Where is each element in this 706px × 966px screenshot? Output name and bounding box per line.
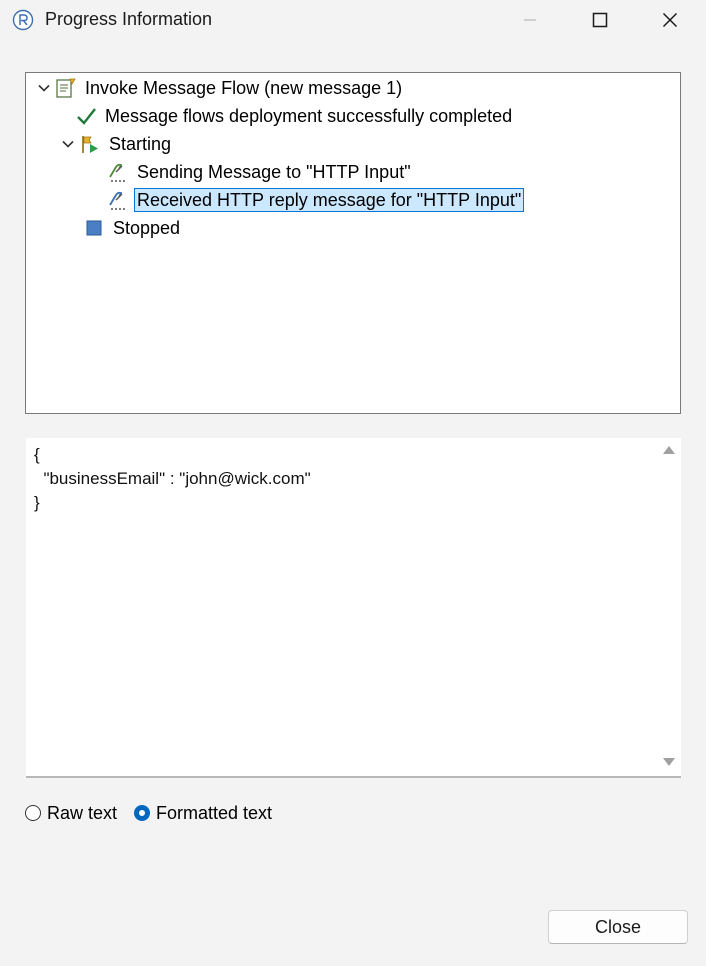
tree-item-received-reply[interactable]: Received HTTP reply message for "HTTP In… <box>86 187 525 213</box>
close-button[interactable]: Close <box>548 910 688 944</box>
chevron-down-icon[interactable] <box>34 78 54 98</box>
tree-item-stopped[interactable]: Stopped <box>62 215 183 241</box>
message-body-viewer[interactable]: { "businessEmail" : "john@wick.com" } <box>26 438 681 778</box>
chevron-down-icon[interactable] <box>58 134 78 154</box>
progress-tree[interactable]: Invoke Message Flow (new message 1) Mess… <box>25 72 681 414</box>
raw-text-option[interactable]: Raw text <box>25 800 117 826</box>
radio-label: Formatted text <box>156 802 273 823</box>
checkmark-icon <box>74 104 98 128</box>
title-bar: Progress Information <box>0 0 706 40</box>
raw-text-radio[interactable] <box>25 805 41 821</box>
window-title: Progress Information <box>45 9 213 29</box>
scroll-down-arrow-icon[interactable] <box>663 758 675 766</box>
receive-message-icon <box>106 188 130 212</box>
close-window-button[interactable] <box>640 0 700 40</box>
send-message-icon <box>106 160 130 184</box>
minimize-icon <box>524 19 536 21</box>
tree-item-label: Starting <box>109 134 172 154</box>
tree-item-label: Stopped <box>113 218 181 238</box>
close-icon <box>662 12 678 28</box>
tree-item-label: Sending Message to "HTTP Input" <box>137 162 411 182</box>
radio-label: Raw text <box>47 802 118 823</box>
formatted-text-option[interactable]: Formatted text <box>134 800 272 826</box>
formatted-text-radio[interactable] <box>134 805 150 821</box>
minimize-button[interactable] <box>500 0 560 40</box>
tree-item-sending-message[interactable]: Sending Message to "HTTP Input" <box>86 159 414 185</box>
invoke-flow-icon <box>54 76 78 100</box>
stop-icon <box>82 216 106 240</box>
tree-item-label: Invoke Message Flow (new message 1) <box>85 78 403 98</box>
maximize-icon <box>592 12 608 28</box>
message-body-text[interactable]: { "businessEmail" : "john@wick.com" } <box>34 443 311 515</box>
tree-item-label: Received HTTP reply message for "HTTP In… <box>134 188 525 212</box>
tree-item-starting[interactable]: Starting <box>58 131 174 157</box>
scroll-up-arrow-icon[interactable] <box>663 446 675 454</box>
tree-item-deployment-completed[interactable]: Message flows deployment successfully co… <box>54 103 515 129</box>
start-flag-icon <box>78 132 102 156</box>
maximize-button[interactable] <box>570 0 630 40</box>
app-logo-icon <box>12 9 34 31</box>
tree-item-invoke-message-flow[interactable]: Invoke Message Flow (new message 1) <box>34 75 405 101</box>
tree-item-label: Message flows deployment successfully co… <box>105 106 513 126</box>
